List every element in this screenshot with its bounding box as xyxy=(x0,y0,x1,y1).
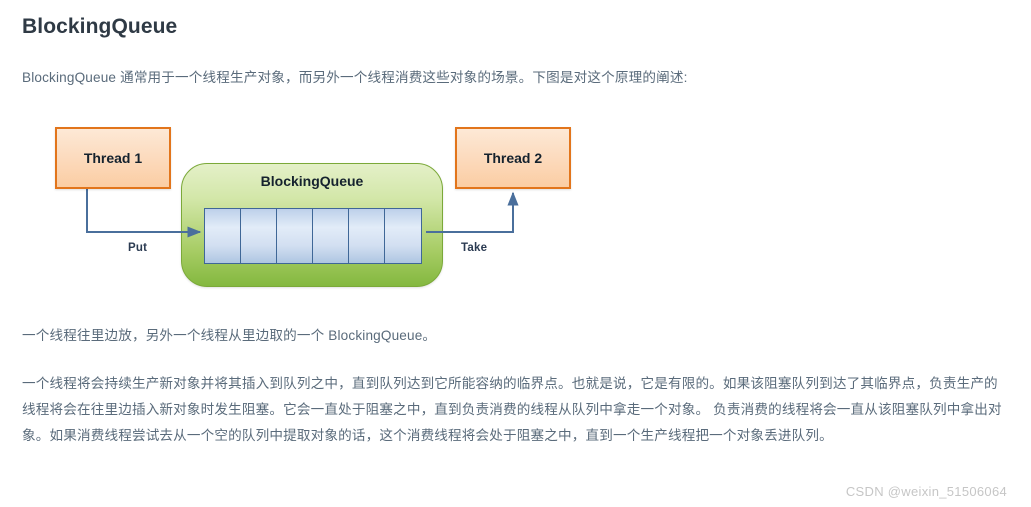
producer-thread-label: Thread 1 xyxy=(83,150,143,167)
page-title: BlockingQueue xyxy=(22,15,178,38)
intro-paragraph: BlockingQueue 通常用于一个线程生产对象，而另外一个线程消费这些对象… xyxy=(22,70,688,86)
consumer-thread-box: Thread 2 xyxy=(455,127,571,190)
summary-paragraph: 一个线程往里边放，另外一个线程从里边取的一个 BlockingQueue。 xyxy=(22,328,437,344)
detail-paragraph: 一个线程将会持续生产新对象并将其插入到队列之中，直到队列达到它所能容纳的临界点。… xyxy=(22,376,1002,444)
put-arrow xyxy=(86,189,202,238)
producer-thread-box: Thread 1 xyxy=(55,127,171,190)
take-label: Take xyxy=(461,242,488,255)
watermark-text: CSDN @weixin_51506064 xyxy=(845,484,1007,499)
blockingqueue-diagram: BlockingQueue Thread 1 Thread 2 Put Take xyxy=(24,109,584,299)
put-label: Put xyxy=(128,242,148,255)
consumer-thread-label: Thread 2 xyxy=(483,150,543,167)
take-arrow xyxy=(426,191,519,234)
article-page: BlockingQueue BlockingQueue 通常用于一个线程生产对象… xyxy=(0,0,1031,507)
